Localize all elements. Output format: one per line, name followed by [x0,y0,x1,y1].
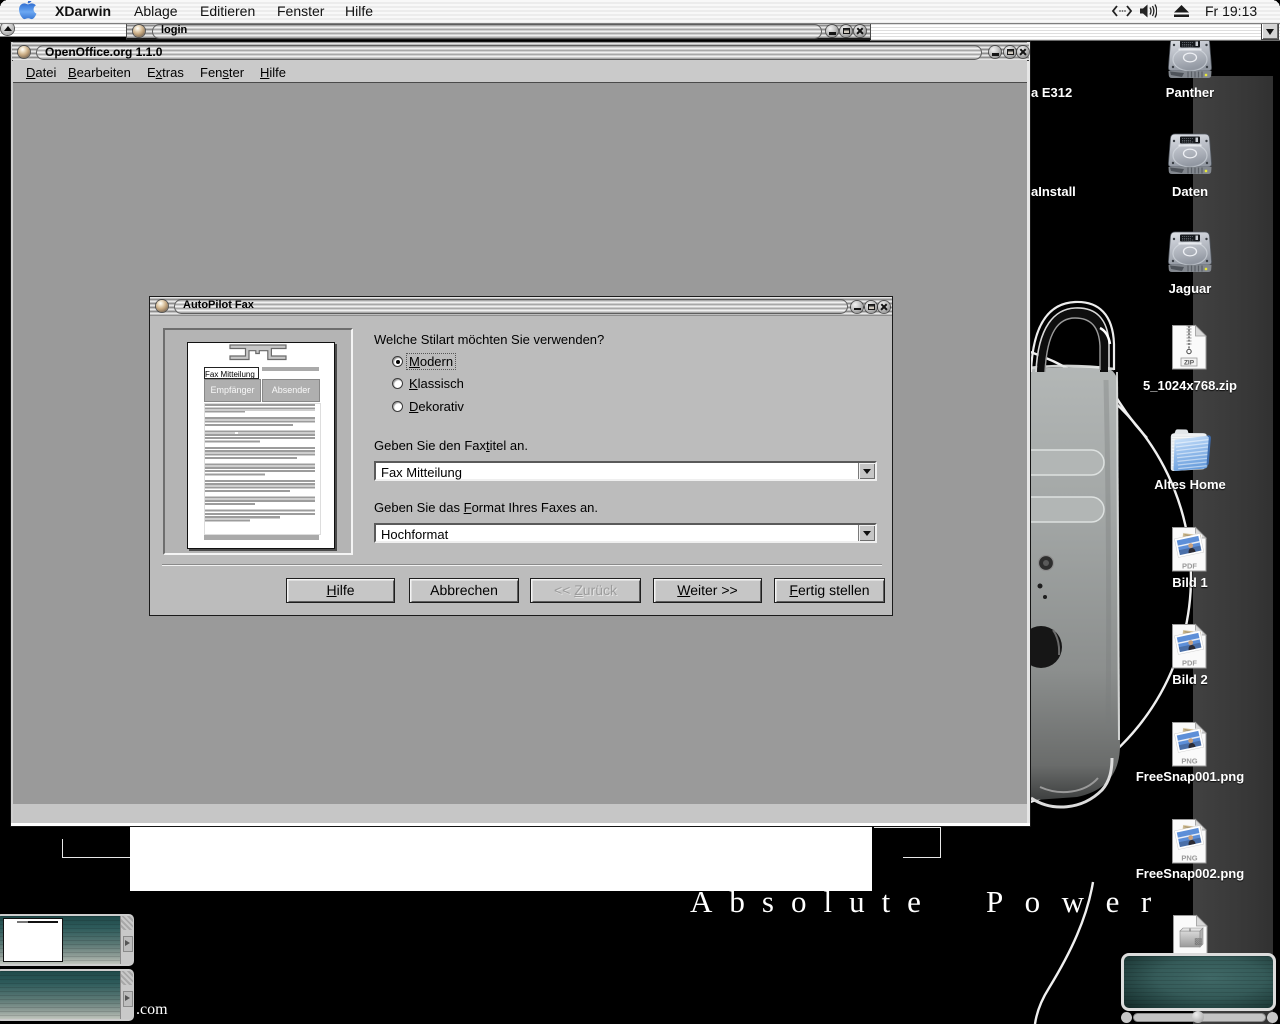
svg-text:PNG: PNG [1181,757,1197,766]
svg-text:PDF: PDF [1182,659,1197,668]
svg-text:PNG: PNG [1181,854,1197,863]
svg-text:PDF: PDF [1182,562,1197,571]
svg-text:ZIP: ZIP [1184,360,1195,367]
svg-text:▩: ▩ [1194,936,1203,946]
